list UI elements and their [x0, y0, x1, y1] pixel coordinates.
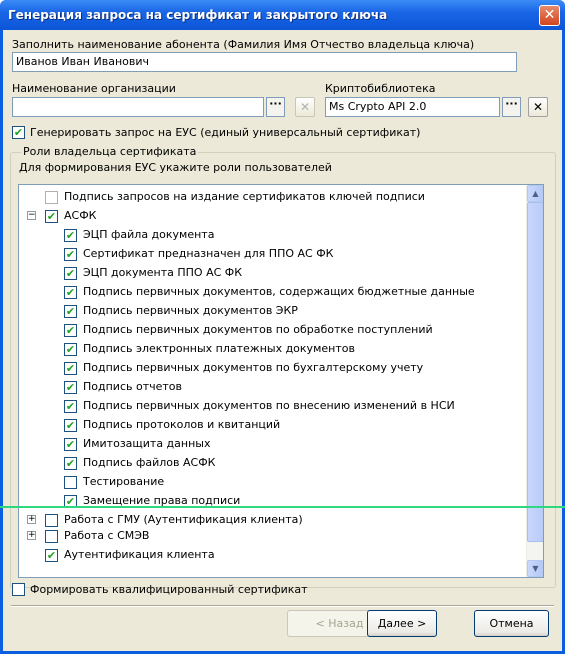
tree-item[interactable]: ✔ ЭЦП файла документа — [19, 226, 519, 245]
tree-item[interactable]: ✔ Подпись отчетов — [19, 378, 519, 397]
tree-item-label[interactable]: Подпись отчетов — [83, 380, 182, 393]
tree-item[interactable]: ✔ Подпись первичных документов ЭКР — [19, 302, 519, 321]
tree-item-checkbox[interactable]: ✔ — [64, 229, 77, 242]
tree-item-checkbox[interactable]: ✔ — [64, 381, 77, 394]
tree-item-label[interactable]: Подпись файлов АСФК — [83, 456, 216, 469]
tree-item-checkbox[interactable]: ✔ — [64, 362, 77, 375]
tree-item-label[interactable]: Подпись первичных документов по внесению… — [83, 399, 455, 412]
roles-hint: Для формирования ЕУС укажите роли пользо… — [19, 161, 332, 174]
qualified-checkbox[interactable] — [12, 583, 25, 596]
tree-item[interactable]: ✔ Сертификат предназначен для ППО АС ФК — [19, 245, 519, 264]
title-bar[interactable]: Генерация запроса на сертификат и закрыт… — [0, 0, 565, 30]
tree-item-checkbox[interactable] — [45, 514, 58, 527]
tree-item-label[interactable]: АСФК — [64, 209, 96, 222]
tree-item-checkbox[interactable]: ✔ — [64, 286, 77, 299]
tree-item-checkbox[interactable]: ✔ — [64, 438, 77, 451]
tree-item[interactable]: − ✔ АСФК — [19, 207, 519, 226]
tree-item-checkbox[interactable]: ✔ — [64, 324, 77, 337]
tree-item-label[interactable]: ЭЦП файла документа — [83, 228, 214, 241]
tree-item[interactable]: Подпись запросов на издание сертификатов… — [19, 188, 519, 207]
footer-separator — [11, 605, 554, 607]
tree-item[interactable]: ✔ Подпись первичных документов по внесени… — [19, 397, 519, 416]
dialog-window: Генерация запроса на сертификат и закрыт… — [0, 0, 565, 654]
tree-item-checkbox[interactable]: ✔ — [64, 400, 77, 413]
tree-item[interactable]: ✔ Аутентификация клиента — [19, 546, 519, 565]
tree-item-checkbox[interactable]: ✔ — [64, 305, 77, 318]
tree-item-label[interactable]: Тестирование — [83, 475, 164, 488]
tree-item[interactable]: ✔ Подпись протоколов и квитанций — [19, 416, 519, 435]
scroll-up-arrow-icon[interactable]: ▲ — [527, 185, 543, 202]
qualified-checkbox-label[interactable]: Формировать квалифицированный сертификат — [30, 583, 308, 596]
close-button[interactable]: ✕ — [539, 5, 560, 26]
collapse-icon[interactable]: − — [27, 211, 36, 220]
subscriber-label: Заполнить наименование абонента (Фамилия… — [12, 38, 475, 51]
tree-item-label[interactable]: Подпись первичных документов по обработк… — [83, 323, 433, 336]
tree-item-checkbox[interactable]: ✔ — [45, 210, 58, 223]
organization-browse-button[interactable]: ··· — [266, 97, 285, 117]
crypto-library-label: Криптобиблиотека — [325, 82, 436, 95]
tree-item[interactable]: ✔ Подпись электронных платежных документо… — [19, 340, 519, 359]
tree-item-checkbox[interactable] — [45, 530, 58, 543]
organization-input[interactable] — [12, 97, 264, 117]
tree-item-label[interactable]: Аутентификация клиента — [64, 548, 215, 561]
tree-item-label[interactable]: Имитозащита данных — [83, 437, 210, 450]
tree-item[interactable]: ✔ Замещение права подписи — [19, 492, 519, 511]
tree-item-checkbox[interactable] — [45, 191, 58, 204]
tree-item-checkbox[interactable]: ✔ — [64, 343, 77, 356]
tree-item-checkbox[interactable] — [64, 476, 77, 489]
expand-icon[interactable]: + — [27, 515, 36, 524]
tree-item-label[interactable]: Подпись первичных документов по бухгалте… — [83, 361, 423, 374]
scroll-thumb[interactable] — [527, 202, 543, 542]
tree-item[interactable]: ✔ Имитозащита данных — [19, 435, 519, 454]
tree-item[interactable]: + Работа с СМЭВ — [19, 527, 519, 546]
tree-item-label[interactable]: Подпись первичных документов, содержащих… — [83, 285, 475, 298]
eus-checkbox[interactable]: ✔ — [12, 126, 25, 139]
tree-item-label[interactable]: Подпись протоколов и квитанций — [83, 418, 280, 431]
tree-item[interactable]: ✔ ЭЦП документа ППО АС ФК — [19, 264, 519, 283]
scroll-down-arrow-icon[interactable]: ▼ — [527, 560, 543, 577]
expand-icon[interactable]: + — [27, 531, 36, 540]
tree-item-checkbox[interactable]: ✔ — [45, 549, 58, 562]
tree-item-label[interactable]: Сертификат предназначен для ППО АС ФК — [83, 247, 333, 260]
crypto-library-input[interactable]: Ms Crypto API 2.0 — [325, 97, 500, 117]
tree-item-label[interactable]: Подпись запросов на издание сертификатов… — [64, 190, 425, 203]
window-title: Генерация запроса на сертификат и закрыт… — [8, 8, 388, 22]
tree-item[interactable]: ✔ Подпись первичных документов, содержащи… — [19, 283, 519, 302]
overlay-line — [0, 506, 565, 508]
tree-item-checkbox[interactable]: ✔ — [64, 267, 77, 280]
tree-item[interactable]: ✔ Подпись первичных документов по обработ… — [19, 321, 519, 340]
tree-item-label[interactable]: Подпись первичных документов ЭКР — [83, 304, 298, 317]
tree-item-checkbox[interactable]: ✔ — [64, 419, 77, 432]
dialog-body: Заполнить наименование абонента (Фамилия… — [3, 30, 562, 651]
tree-item[interactable]: Тестирование — [19, 473, 519, 492]
tree-item-label[interactable]: Подпись электронных платежных документов — [83, 342, 355, 355]
tree-item-label[interactable]: Работа с ГМУ (Аутентификация клиента) — [64, 513, 303, 526]
subscriber-name-input[interactable]: Иванов Иван Иванович — [12, 52, 517, 72]
tree-item[interactable]: ✔ Подпись первичных документов по бухгалт… — [19, 359, 519, 378]
tree-item-label[interactable]: ЭЦП документа ППО АС ФК — [83, 266, 242, 279]
tree-item-label[interactable]: Работа с СМЭВ — [64, 529, 149, 542]
roles-tree[interactable]: Подпись запросов на издание сертификатов… — [18, 184, 544, 578]
organization-clear-button[interactable]: ✕ — [295, 97, 315, 117]
crypto-library-clear-button[interactable]: ✕ — [528, 97, 548, 117]
roles-group-title: Роли владельца сертификата — [21, 145, 199, 158]
crypto-library-browse-button[interactable]: ··· — [502, 97, 521, 117]
eus-checkbox-label[interactable]: Генерировать запрос на ЕУС (единый униве… — [30, 126, 420, 139]
next-button[interactable]: Далее > — [367, 610, 437, 637]
tree-item-checkbox[interactable]: ✔ — [64, 248, 77, 261]
tree-scrollbar[interactable]: ▲ ▼ — [526, 185, 543, 577]
organization-label: Наименование организации — [12, 82, 176, 95]
tree-item[interactable]: ✔ Подпись файлов АСФК — [19, 454, 519, 473]
cancel-button[interactable]: Отмена — [474, 610, 549, 637]
tree-item-checkbox[interactable]: ✔ — [64, 457, 77, 470]
